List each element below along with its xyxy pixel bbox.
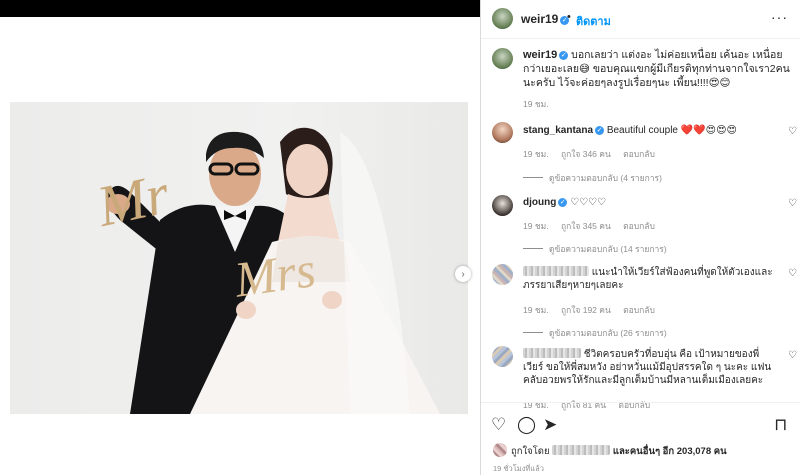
more-options-icon[interactable]: ··· (771, 9, 788, 25)
media-top-bar (0, 0, 480, 17)
comment-like-heart-icon[interactable]: ♡ (788, 350, 797, 361)
post-header: weir19 ✓ • ติดตาม ··· (481, 0, 800, 39)
caption-avatar[interactable] (492, 48, 513, 69)
share-icon[interactable]: ➤ (543, 415, 557, 435)
comment-avatar[interactable] (492, 264, 513, 285)
post-time: 19 ชั่วโมงที่แล้ว (493, 464, 544, 473)
comment-like-heart-icon[interactable]: ♡ (788, 198, 797, 209)
comment-time: 19 ชม. (523, 221, 549, 231)
view-replies-button[interactable]: ดูข้อความตอบกลับ (14 รายการ) (523, 242, 667, 256)
comment-avatar[interactable] (492, 122, 513, 143)
comment-text: Beautiful couple ❤️❤️😍😍😍 (606, 125, 737, 136)
blurred-username (523, 348, 581, 358)
reply-button[interactable]: ตอบกลับ (623, 149, 655, 159)
comment-item: djoung ✓ ♡♡♡♡ (523, 196, 773, 209)
comment-likes[interactable]: ถูกใจ 345 คน (561, 221, 611, 231)
comment-meta: 19 ชม. ถูกใจ 345 คน ตอบกลับ (523, 219, 665, 233)
separator-dot: • (567, 11, 571, 23)
bookmark-icon[interactable]: ⊓ (774, 415, 787, 435)
likes-prefix: ถูกใจโดย (511, 446, 550, 457)
heart-icon[interactable]: ♡ (491, 415, 506, 435)
author-avatar[interactable] (492, 8, 513, 29)
post-side-panel: weir19 ✓ • ติดตาม ··· weir19 ✓ บอกเลยว่า แ… (480, 0, 800, 475)
comment-item: ชีวิตครอบครัวที่อบอุ่น คือ เป้าหมายของพี… (523, 348, 778, 387)
view-replies-button[interactable]: ดูข้อความตอบกลับ (4 รายการ) (523, 171, 662, 185)
comment-icon[interactable]: ◯ (517, 415, 536, 435)
comment-meta: 19 ชม. ถูกใจ 346 คน ตอบกลับ (523, 147, 665, 161)
verified-badge-icon: ✓ (559, 51, 569, 60)
blurred-username (523, 266, 589, 276)
view-replies-button[interactable]: ดูข้อความตอบกลับ (26 รายการ) (523, 326, 667, 340)
comment-time: 19 ชม. (523, 149, 549, 159)
comment-text: ♡♡♡♡ (570, 197, 606, 208)
comment-item: stang_kantana ✓ Beautiful couple ❤️❤️😍😍😍 (523, 124, 773, 137)
next-image-button[interactable]: › (455, 266, 471, 282)
caption-time: 19 ชม. (523, 99, 549, 109)
reply-button[interactable]: ตอบกลับ (623, 221, 655, 231)
comment-likes[interactable]: ถูกใจ 192 คน (561, 305, 611, 315)
caption-username[interactable]: weir19 (523, 49, 557, 61)
comment-avatar[interactable] (492, 195, 513, 216)
post-actions: ♡ ◯ ➤ ⊓ ถูกใจโดย และคนอื่นๆ อีก 203,078 … (481, 402, 800, 476)
comment-like-heart-icon[interactable]: ♡ (788, 126, 797, 137)
liker-avatar (493, 443, 507, 457)
post-caption: weir19 ✓ บอกเลยว่า แต่งอะ ไม่ค่อยเหนื่อย … (523, 48, 791, 90)
author-username[interactable]: weir19 ✓ (521, 12, 570, 26)
comment-meta: 19 ชม. ถูกใจ 192 คน ตอบกลับ (523, 303, 665, 317)
comment-username[interactable]: djoung (523, 197, 556, 208)
comment-avatar[interactable] (492, 346, 513, 367)
verified-badge-icon: ✓ (558, 198, 568, 207)
comment-item: แนะนำให้เวียร์ใส่ฟ้องคนที่พูดให้ตัวเองแล… (523, 266, 778, 292)
follow-button[interactable]: ติดตาม (576, 12, 611, 30)
comment-time: 19 ชม. (523, 305, 549, 315)
reply-button[interactable]: ตอบกลับ (623, 305, 655, 315)
verified-badge-icon: ✓ (595, 126, 605, 135)
chevron-right-icon: › (461, 268, 465, 280)
comment-like-heart-icon[interactable]: ♡ (788, 268, 797, 279)
wedding-photo: Mr Mrs (10, 102, 468, 414)
likes-count[interactable]: และคนอื่นๆ อีก 203,078 คน (613, 446, 727, 457)
comment-username[interactable]: stang_kantana (523, 125, 593, 136)
post-media: Mr Mrs › (0, 17, 480, 475)
blurred-liker-name (552, 445, 611, 455)
svg-text:Mrs: Mrs (230, 241, 319, 308)
comment-likes[interactable]: ถูกใจ 346 คน (561, 149, 611, 159)
likes-summary[interactable]: ถูกใจโดย และคนอื่นๆ อีก 203,078 คน (493, 443, 727, 459)
